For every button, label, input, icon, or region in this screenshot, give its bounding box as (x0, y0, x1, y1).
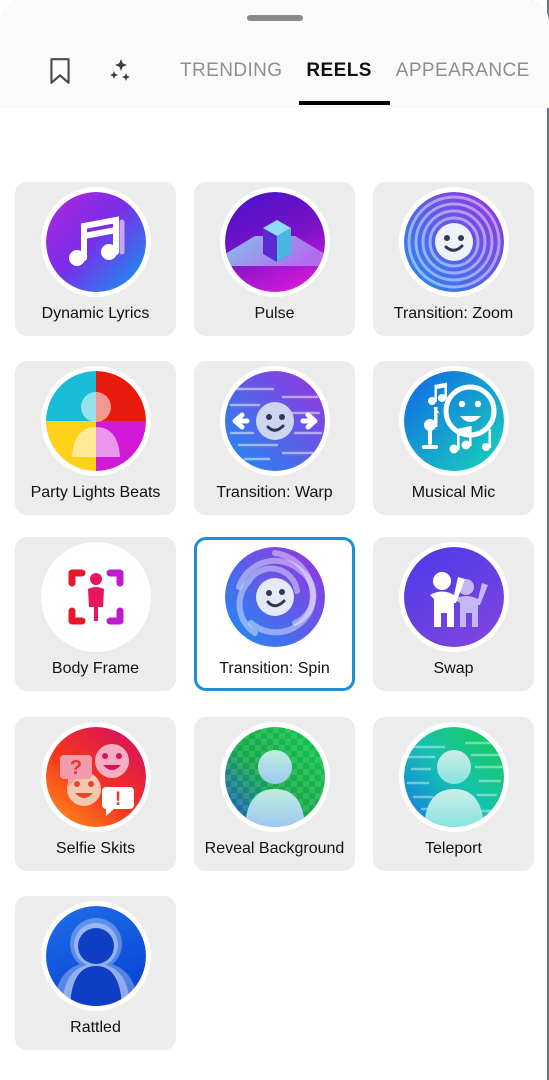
tab-trending[interactable]: TRENDING (168, 60, 294, 82)
effect-tile[interactable]: Party Lights Beats (15, 361, 176, 515)
selfie-skits-thumb: ? ! (45, 727, 146, 827)
effect-label: Teleport (425, 840, 482, 857)
effects-row: Party Lights Beats Transition: Warp Musi… (15, 361, 534, 515)
effect-label: Dynamic Lyrics (41, 305, 150, 322)
effect-tile[interactable]: ? ! Selfie Skits (15, 717, 176, 871)
effect-label: Musical Mic (411, 484, 496, 501)
effect-label: Rattled (70, 1019, 121, 1036)
effect-tile[interactable]: Pulse (194, 182, 355, 336)
effect-tile[interactable]: Swap (373, 537, 534, 691)
pulse-thumb (224, 192, 325, 292)
svg-text:!: ! (114, 789, 120, 810)
drag-handle[interactable] (246, 15, 303, 21)
body-frame-thumb (45, 547, 146, 647)
transition-spin-thumb (224, 547, 325, 647)
tab-reels[interactable]: REELS (294, 60, 383, 82)
effect-label: Transition: Spin (219, 660, 330, 677)
effect-tile[interactable]: Reveal Background (194, 717, 355, 871)
effect-tile[interactable]: Body Frame (15, 537, 176, 691)
effect-tile[interactable]: Teleport (373, 717, 534, 871)
rattled-thumb (45, 906, 146, 1006)
sheet-header: TRENDING REELS APPEARANCE (0, 0, 549, 108)
effects-grid[interactable]: 3D Lyrics Ray-Ban Stories Freeze Frame (0, 0, 543, 1080)
tab-bar: TRENDING REELS APPEARANCE (0, 48, 549, 94)
effect-label: Reveal Background (204, 840, 345, 857)
tab-appearance[interactable]: APPEARANCE (384, 60, 542, 82)
effects-row: Body Frame Transition: Spin Swap (15, 537, 534, 691)
effects-row: Rattled (15, 896, 176, 1050)
effect-tile[interactable]: Rattled (15, 896, 176, 1050)
effect-label: Swap (433, 660, 474, 677)
effect-label: Body Frame (51, 660, 140, 677)
svg-text:?: ? (69, 757, 81, 779)
dynamic-lyrics-thumb (45, 192, 146, 292)
effect-label: Selfie Skits (55, 840, 136, 857)
party-lights-beats-thumb (45, 371, 146, 471)
swap-thumb (403, 547, 504, 647)
effect-tile[interactable]: Dynamic Lyrics (15, 182, 176, 336)
effect-label: Pulse (254, 305, 295, 322)
effect-tile[interactable]: Musical Mic (373, 361, 534, 515)
teleport-thumb (403, 727, 504, 827)
effects-row: Dynamic Lyrics Pulse Transition: Zoom (15, 182, 534, 336)
effects-picker-sheet: 3D Lyrics Ray-Ban Stories Freeze Frame (0, 0, 549, 1080)
musical-mic-thumb (403, 371, 504, 471)
effect-label: Transition: Warp (216, 484, 333, 501)
transition-zoom-thumb (403, 192, 504, 292)
effect-label: Party Lights Beats (30, 484, 161, 501)
effects-row: ? ! Selfie Skits Reveal Background Telep… (15, 717, 534, 871)
transition-warp-thumb (224, 371, 325, 471)
sparkles-icon[interactable] (90, 57, 150, 85)
reveal-background-thumb (224, 727, 325, 827)
effect-tile[interactable]: Transition: Warp (194, 361, 355, 515)
effect-label: Transition: Zoom (393, 305, 514, 322)
bookmark-icon[interactable] (30, 56, 90, 86)
active-tab-underline (299, 101, 390, 105)
effect-tile-selected[interactable]: Transition: Spin (194, 537, 355, 691)
effect-tile[interactable]: Transition: Zoom (373, 182, 534, 336)
